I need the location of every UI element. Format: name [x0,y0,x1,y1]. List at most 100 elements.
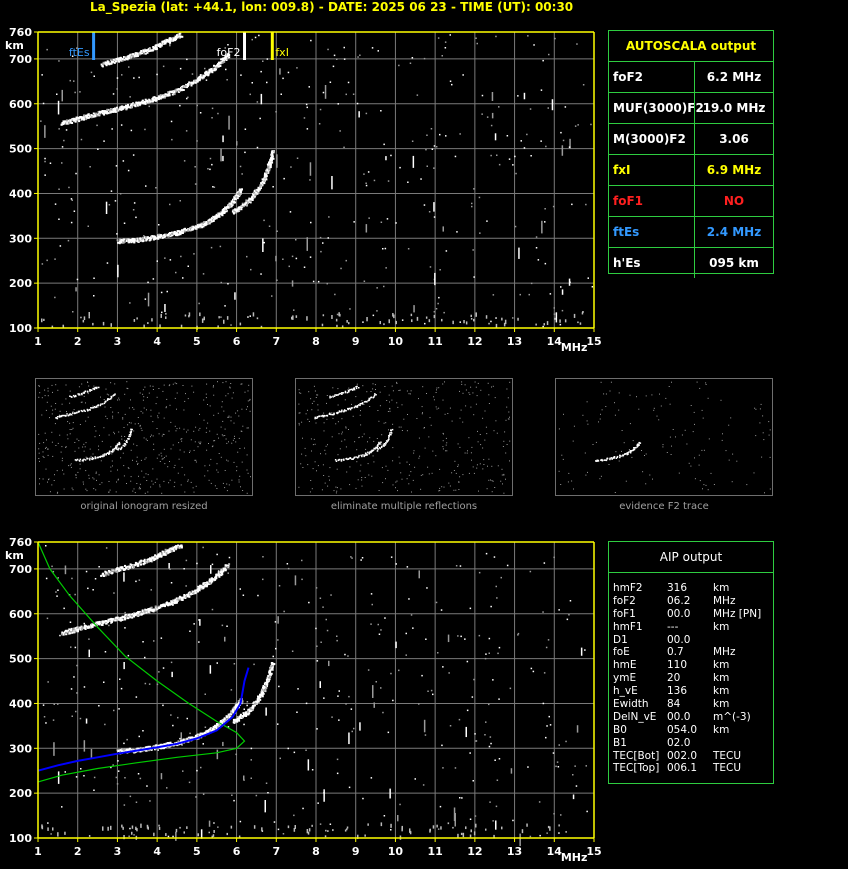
thumb-noise [396,480,398,482]
noise-dot [545,646,548,649]
noise-dot [351,557,353,559]
thumb-noise [507,397,509,399]
thumb-noise [328,475,330,477]
thumb-noise [78,440,80,442]
thumb-noise [124,413,126,415]
noise-dot [113,592,115,594]
thumb-noise [472,466,474,468]
echo-dot [81,628,84,631]
noise-dot [220,281,222,284]
noise-dot [350,708,353,710]
noise-dot [43,318,45,321]
echo-dot [269,673,272,676]
thumb-noise [174,464,176,466]
noise-dot [364,834,366,837]
thumb-noise [503,474,505,476]
thumb-noise [229,387,231,389]
noise-dot [108,204,111,206]
noise-dot [433,167,435,169]
noise-dot [576,43,578,45]
noise-dot [217,112,219,115]
noise-dot [449,80,452,82]
noise-dot [425,638,427,640]
thumb-noise [239,475,241,477]
noise-dot [82,319,85,323]
noise-dot [322,314,325,317]
thumb-noise [216,463,218,465]
noise-dot [437,302,439,305]
thumb-noise [106,418,108,420]
noise-dot [418,703,420,705]
noise-dot [282,833,285,835]
thumb-trace-dot [58,415,61,417]
noise-dot [211,608,214,611]
thumb-noise [39,392,41,394]
thumb-noise [422,474,424,476]
thumb-noise [41,414,43,416]
thumb-noise [224,428,226,430]
thumb-noise [325,453,327,455]
noise-dot [105,201,108,215]
noise-dot [382,711,384,714]
thumb-noise [180,438,182,440]
noise-dot [345,703,347,705]
noise-dot [490,320,492,323]
thumb-noise [401,430,403,431]
noise-dot [63,139,65,142]
thumb-noise [488,479,490,481]
echo-dot [107,573,110,576]
thumb-noise [361,485,363,487]
thumb-noise [505,419,507,421]
noise-dot [515,172,517,175]
echo-dot [248,712,251,715]
thumb-noise [60,451,62,453]
noise-dot [121,824,123,828]
thumb-noise [96,479,97,481]
echo-dot [170,91,173,93]
noise-dot [421,674,423,677]
thumb-noise [203,419,205,421]
noise-dot [183,831,185,834]
thumb-noise [176,428,178,430]
noise-dot [249,93,251,96]
echo-dot [105,63,108,66]
noise-dot [546,832,548,834]
noise-dot [45,722,47,724]
thumb-noise [82,446,84,448]
thumb-noise [408,474,410,476]
noise-dot [561,145,564,156]
noise-dot [217,826,219,828]
thumb-noise [363,403,365,405]
thumb-noise [397,490,398,492]
thumb-trace-dot [103,455,105,457]
thumb-noise [477,430,478,432]
noise-dot [180,255,182,258]
thumb-noise [333,490,335,492]
echo-dot [181,35,184,38]
echo-dot [170,602,173,604]
thumb-noise [179,427,181,429]
noise-dot [64,831,66,835]
noise-dot [88,835,91,837]
thumb-noise [150,436,151,438]
noise-dot [348,732,350,745]
echo-dot [254,194,257,197]
thumb-trace-dot [105,454,107,456]
thumb-trace-dot [99,456,102,458]
thumb-noise [210,482,212,484]
thumb-noise [208,479,210,481]
thumb-noise [232,392,234,394]
noise-dot [339,130,341,132]
noise-dot [411,140,414,142]
echo-dot [241,715,244,717]
thumb-noise [169,479,171,481]
noise-dot [164,257,166,259]
noise-dot [591,286,594,288]
x-tick-label: 4 [153,335,161,348]
thumb-noise [388,429,389,431]
thumb-noise [311,409,313,411]
thumb-noise [225,438,227,440]
noise-dot [273,821,276,823]
thumb-noise [68,465,70,467]
noise-dot [448,672,450,674]
